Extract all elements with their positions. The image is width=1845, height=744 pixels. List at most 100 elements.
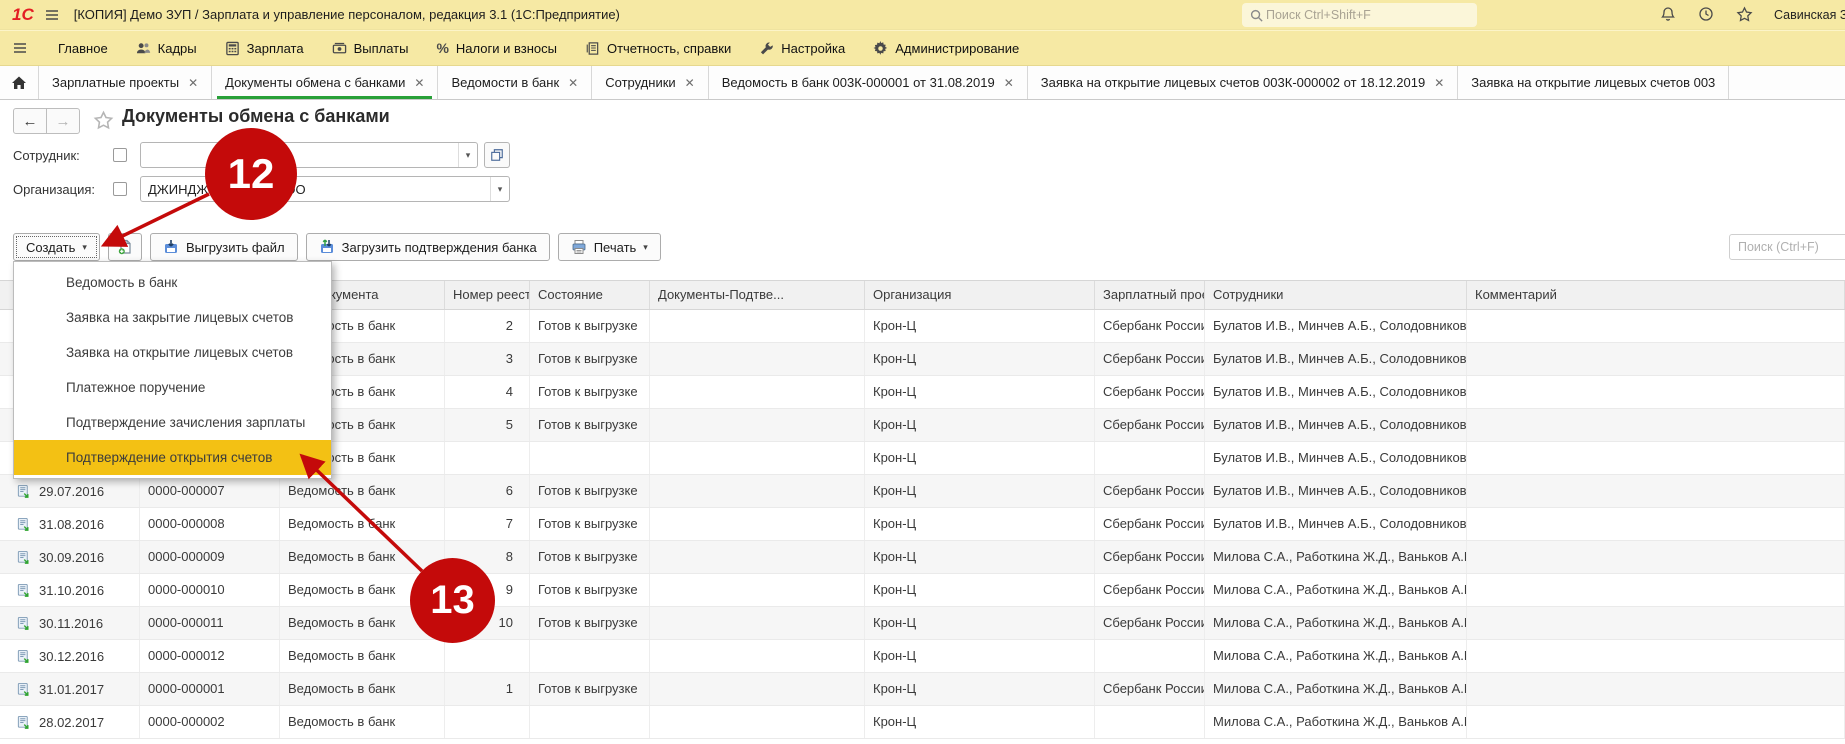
menu-item-label: Отчетность, справки	[607, 41, 731, 56]
table-row[interactable]: 29.07.20160000-000007Ведомость в банк6Го…	[0, 475, 1845, 508]
column-header-employees[interactable]: Сотрудники	[1205, 281, 1467, 309]
organization-filter-checkbox[interactable]	[113, 182, 127, 196]
table-row[interactable]: 28.02.20170000-000002Ведомость в банкКро…	[0, 706, 1845, 739]
cell-employees: Милова С.А., Работкина Ж.Д., Ваньков А.М…	[1205, 640, 1467, 672]
history-clock-icon[interactable]	[1698, 6, 1714, 22]
forward-button[interactable]: →	[46, 108, 80, 134]
close-icon[interactable]: ✕	[1434, 76, 1444, 90]
table-row[interactable]: 30.11.20160000-000011Ведомость в банк10Г…	[0, 607, 1845, 640]
export-file-button[interactable]: Выгрузить файл	[150, 233, 298, 261]
export-file-icon	[163, 239, 179, 255]
close-icon[interactable]: ✕	[188, 76, 198, 90]
main-hamburger-icon[interactable]	[44, 7, 60, 23]
cell-organization: Крон-Ц	[865, 541, 1095, 573]
menu-item-salary[interactable]: Зарплата	[211, 31, 318, 65]
document-posted-icon	[16, 583, 31, 598]
global-search-input[interactable]	[1264, 7, 1470, 23]
create-menu-item-podtverzhdenie-zachisleniya-zarplaty[interactable]: Подтверждение зачисления зарплаты	[14, 405, 331, 440]
search-icon	[1249, 8, 1264, 23]
employee-filter-combo[interactable]: ▾	[140, 142, 478, 168]
favorites-star-icon[interactable]	[1736, 6, 1753, 23]
menu-item-administration[interactable]: Администрирование	[859, 31, 1033, 65]
column-header-organization[interactable]: Организация	[865, 281, 1095, 309]
back-button[interactable]: ←	[13, 108, 47, 134]
create-menu-item-zayavka-otkrytie-schetov[interactable]: Заявка на открытие лицевых счетов	[14, 335, 331, 370]
menu-item-label: Администрирование	[895, 41, 1019, 56]
menu-item-payments[interactable]: Выплаты	[318, 31, 423, 65]
cell-comment	[1467, 508, 1845, 540]
cell-registry_number: 6	[445, 475, 530, 507]
create-button[interactable]: Создать▾	[13, 233, 100, 261]
cell-confirm_docs	[650, 508, 865, 540]
create-menu-item-platezhnoe-poruchenie[interactable]: Платежное поручение	[14, 370, 331, 405]
menu-item-reports[interactable]: Отчетность, справки	[571, 31, 745, 65]
list-toolbar: Создать▾ Выгрузить файл Загрузить подтве…	[13, 233, 661, 261]
employee-filter-checkbox[interactable]	[113, 148, 127, 162]
employee-open-list-button[interactable]	[484, 142, 510, 168]
tab-home[interactable]	[0, 66, 39, 99]
cell-confirm_docs	[650, 343, 865, 375]
table-row[interactable]: 31.01.20170000-000001Ведомость в банк1Го…	[0, 673, 1845, 706]
chevron-down-icon[interactable]: ▾	[458, 143, 477, 167]
create-menu-item-vedomost-v-bank[interactable]: Ведомость в банк	[14, 265, 331, 300]
menu-item-taxes[interactable]: %Налоги и взносы	[422, 31, 571, 65]
table-row[interactable]: 30.12.20160000-000012Ведомость в банкКро…	[0, 640, 1845, 673]
create-copy-button[interactable]	[108, 233, 142, 261]
notifications-bell-icon[interactable]	[1660, 6, 1676, 22]
tab-bank-exchange-documents[interactable]: Документы обмена с банками✕	[212, 66, 438, 99]
close-icon[interactable]: ✕	[414, 76, 424, 90]
cell-employees: Булатов И.В., Минчев А.Б., Солодовникова…	[1205, 310, 1467, 342]
close-icon[interactable]: ✕	[1004, 76, 1014, 90]
menu-item-label: Зарплата	[247, 41, 304, 56]
organization-filter-combo[interactable]: ▾	[140, 176, 510, 202]
cell-salary_project: Сбербанк России...	[1095, 310, 1205, 342]
cell-salary_project: Сбербанк России...	[1095, 541, 1205, 573]
print-button[interactable]: Печать▾	[558, 233, 661, 261]
global-search[interactable]	[1242, 3, 1477, 27]
tab-bank-statement-003k-000001[interactable]: Ведомость в банк 003К-000001 от 31.08.20…	[709, 66, 1028, 99]
cell-date: 30.12.2016	[0, 640, 140, 672]
column-header-salary_project[interactable]: Зарплатный проект	[1095, 281, 1205, 309]
table-row[interactable]: 30.09.20160000-000009Ведомость в банк8Го…	[0, 541, 1845, 574]
tab-account-opening-request-clipped[interactable]: Заявка на открытие лицевых счетов 003	[1458, 66, 1729, 99]
employee-filter-input[interactable]	[141, 143, 457, 167]
cell-salary_project: Сбербанк России...	[1095, 409, 1205, 441]
column-header-confirm_docs[interactable]: Документы-Подтве...	[650, 281, 865, 309]
close-icon[interactable]: ✕	[685, 76, 695, 90]
home-icon	[11, 75, 27, 91]
column-header-comment[interactable]: Комментарий	[1467, 281, 1845, 309]
cell-salary_project: Сбербанк России...	[1095, 343, 1205, 375]
create-menu-item-podtverzhdenie-otkrytiya-schetov[interactable]: Подтверждение открытия счетов	[14, 440, 331, 475]
close-icon[interactable]: ✕	[568, 76, 578, 90]
create-menu-item-zayavka-zakrytie-schetov[interactable]: Заявка на закрытие лицевых счетов	[14, 300, 331, 335]
cell-registry_number: 2	[445, 310, 530, 342]
cell-registry_number: 4	[445, 376, 530, 408]
document-posted-icon	[16, 517, 31, 532]
cell-doc_type: Ведомость в банк	[280, 508, 445, 540]
chevron-down-icon[interactable]: ▾	[490, 177, 509, 201]
tab-employees[interactable]: Сотрудники✕	[592, 66, 708, 99]
menu-item-staff[interactable]: Кадры	[122, 31, 211, 65]
cell-registry_number: 7	[445, 508, 530, 540]
tab-salary-projects[interactable]: Зарплатные проекты✕	[39, 66, 212, 99]
favorite-star-icon[interactable]	[93, 110, 114, 131]
cell-date: 30.11.2016	[0, 607, 140, 639]
tab-bank-statements[interactable]: Ведомости в банк✕	[438, 66, 592, 99]
cell-employees: Милова С.А., Работкина Ж.Д., Ваньков А.М…	[1205, 673, 1467, 705]
organization-filter-input[interactable]	[141, 177, 489, 201]
sections-hamburger-icon[interactable]	[12, 40, 28, 56]
cell-doc_type: Ведомость в банк	[280, 706, 445, 738]
cell-confirm_docs	[650, 574, 865, 606]
tab-account-opening-request-003k-000002[interactable]: Заявка на открытие лицевых счетов 003К-0…	[1028, 66, 1459, 99]
column-header-registry_number[interactable]: Номер реестра	[445, 281, 530, 309]
menu-item-settings[interactable]: Настройка	[745, 31, 859, 65]
menu-item-main[interactable]: Главное	[44, 31, 122, 65]
cell-salary_project: Сбербанк России...	[1095, 574, 1205, 606]
cell-state: Готов к выгрузке	[530, 475, 650, 507]
column-header-state[interactable]: Состояние	[530, 281, 650, 309]
current-user[interactable]: Савинская З	[1774, 8, 1845, 22]
list-search-input[interactable]	[1729, 234, 1845, 260]
load-bank-confirmations-button[interactable]: Загрузить подтверждения банка	[306, 233, 550, 261]
table-row[interactable]: 31.10.20160000-000010Ведомость в банк9Го…	[0, 574, 1845, 607]
table-row[interactable]: 31.08.20160000-000008Ведомость в банк7Го…	[0, 508, 1845, 541]
